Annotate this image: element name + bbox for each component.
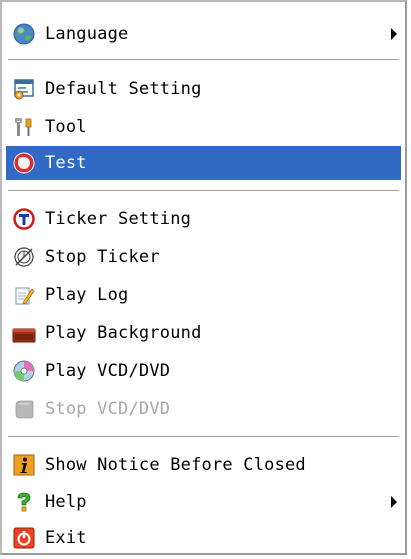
tools-icon <box>12 115 36 139</box>
menu-item-stop-ticker[interactable]: Stop Ticker <box>6 240 401 274</box>
test-icon <box>12 151 36 175</box>
menu-item-ticker-setting[interactable]: Ticker Setting <box>6 202 401 236</box>
menu-item-help[interactable]: Help <box>6 485 401 519</box>
separator <box>8 436 399 438</box>
menu-item-play-vcd-dvd[interactable]: Play VCD/DVD <box>6 354 401 388</box>
menu-item-label: Help <box>45 492 87 512</box>
menu-item-label: Play Log <box>45 285 129 305</box>
menu-item-label: Test <box>45 153 87 173</box>
context-menu: Language Default Setting Tool Test Ticke… <box>0 0 407 555</box>
menu-item-test[interactable]: Test <box>6 146 401 180</box>
menu-item-label: Ticker Setting <box>45 209 192 229</box>
menu-item-show-notice[interactable]: Show Notice Before Closed <box>6 448 401 482</box>
menu-item-label: Default Setting <box>45 79 202 99</box>
menu-item-play-log[interactable]: Play Log <box>6 278 401 312</box>
menu-item-stop-vcd-dvd[interactable]: Stop VCD/DVD <box>6 392 401 426</box>
menu-item-label: Play VCD/DVD <box>45 361 171 381</box>
menu-item-language[interactable]: Language <box>6 17 401 51</box>
menu-item-tool[interactable]: Tool <box>6 110 401 144</box>
menu-item-label: Exit <box>45 528 87 548</box>
menu-item-exit[interactable]: Exit <box>6 521 401 555</box>
background-icon <box>12 321 36 345</box>
help-icon <box>12 490 36 514</box>
menu-item-label: Tool <box>45 117 87 137</box>
settings-window-icon <box>12 77 36 101</box>
menu-item-label: Play Background <box>45 323 202 343</box>
info-icon <box>12 453 36 477</box>
menu-item-label: Show Notice Before Closed <box>45 455 306 475</box>
submenu-arrow-icon <box>391 496 397 508</box>
exit-icon <box>12 526 36 550</box>
globe-icon <box>12 22 36 46</box>
submenu-arrow-icon <box>391 28 397 40</box>
separator <box>8 59 399 61</box>
ticker-setting-icon <box>12 207 36 231</box>
menu-item-label: Language <box>45 24 129 44</box>
stop-disc-icon <box>12 397 36 421</box>
menu-item-play-background[interactable]: Play Background <box>6 316 401 350</box>
menu-item-label: Stop Ticker <box>45 247 160 267</box>
log-icon <box>12 283 36 307</box>
menu-item-label: Stop VCD/DVD <box>45 399 171 419</box>
menu-item-default-setting[interactable]: Default Setting <box>6 72 401 106</box>
separator <box>8 190 399 192</box>
disc-icon <box>12 359 36 383</box>
stop-ticker-icon <box>12 245 36 269</box>
